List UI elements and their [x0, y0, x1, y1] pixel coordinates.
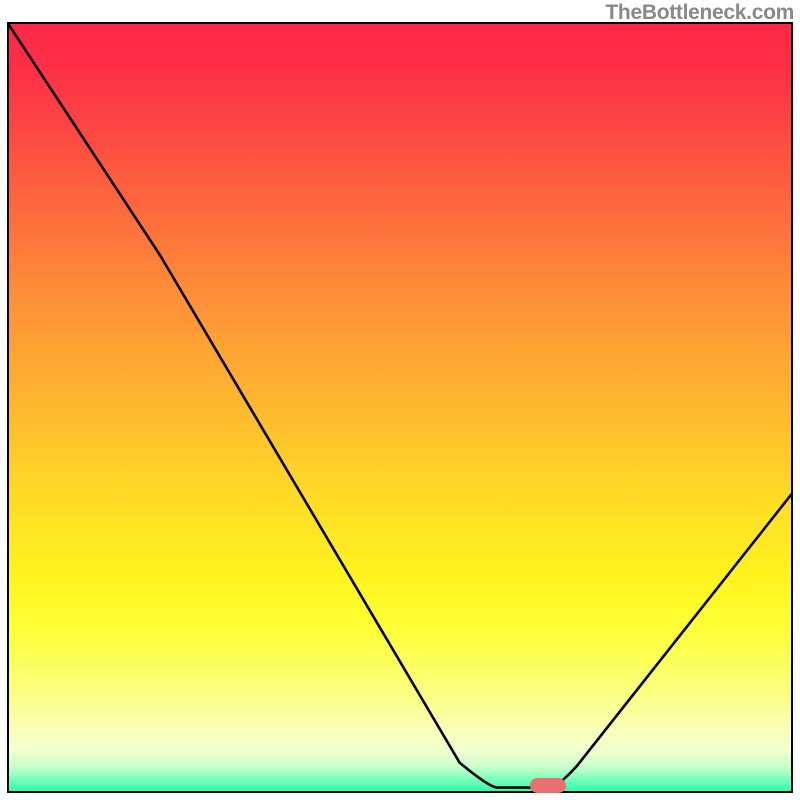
optimal-marker	[530, 778, 566, 793]
chart-curve-layer	[7, 22, 793, 793]
bottleneck-curve	[7, 22, 793, 788]
